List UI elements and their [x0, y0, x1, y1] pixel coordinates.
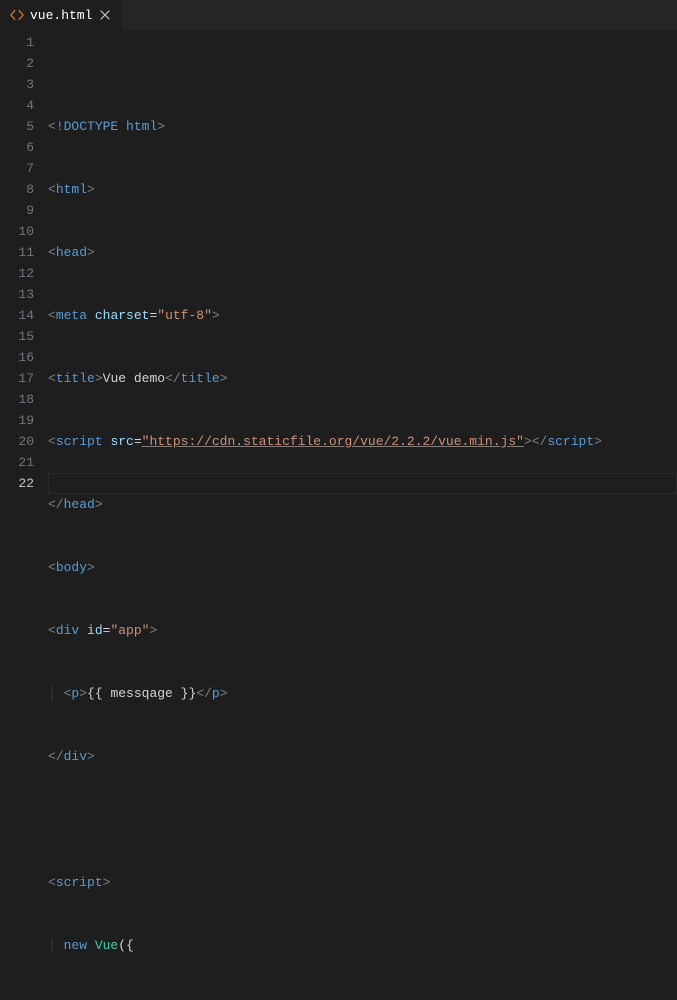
code-line: <head> — [48, 242, 677, 263]
code-line: <!DOCTYPE html> — [48, 116, 677, 137]
active-line-highlight — [48, 473, 677, 494]
line-number-gutter: 12345678910111213141516171819202122 — [0, 32, 48, 500]
line-number: 22 — [0, 473, 34, 494]
line-number: 7 — [0, 158, 34, 179]
tab-vue-html[interactable]: vue.html — [0, 0, 123, 30]
line-number: 14 — [0, 305, 34, 326]
code-area[interactable]: <!DOCTYPE html> <html> <head> <meta char… — [48, 32, 677, 500]
code-line: <title>Vue demo</title> — [48, 368, 677, 389]
line-number: 18 — [0, 389, 34, 410]
line-number: 3 — [0, 74, 34, 95]
close-icon[interactable] — [98, 8, 112, 22]
code-line: │ new Vue({ — [48, 935, 677, 956]
code-line: </div> — [48, 746, 677, 767]
code-line: <html> — [48, 179, 677, 200]
line-number: 12 — [0, 263, 34, 284]
code-editor[interactable]: 12345678910111213141516171819202122 <!DO… — [0, 30, 677, 500]
line-number: 9 — [0, 200, 34, 221]
code-line: </head> — [48, 494, 677, 515]
code-line: <meta charset="utf-8"> — [48, 305, 677, 326]
line-number: 17 — [0, 368, 34, 389]
tab-filename: vue.html — [30, 8, 92, 23]
line-number: 10 — [0, 221, 34, 242]
line-number: 1 — [0, 32, 34, 53]
code-line: <script> — [48, 872, 677, 893]
line-number: 19 — [0, 410, 34, 431]
code-line: <div id="app"> — [48, 620, 677, 641]
line-number: 5 — [0, 116, 34, 137]
code-line: │ │ el: '#app', — [48, 998, 677, 1000]
line-number: 16 — [0, 347, 34, 368]
code-line — [48, 809, 677, 830]
line-number: 11 — [0, 242, 34, 263]
line-number: 6 — [0, 137, 34, 158]
code-line: │ <p>{{ messqage }}</p> — [48, 683, 677, 704]
code-tag-icon — [10, 8, 24, 22]
code-line: <script src="https://cdn.staticfile.org/… — [48, 431, 677, 452]
line-number: 20 — [0, 431, 34, 452]
line-number: 8 — [0, 179, 34, 200]
line-number: 21 — [0, 452, 34, 473]
line-number: 13 — [0, 284, 34, 305]
tab-bar: vue.html — [0, 0, 677, 30]
line-number: 4 — [0, 95, 34, 116]
code-line: <body> — [48, 557, 677, 578]
line-number: 2 — [0, 53, 34, 74]
line-number: 15 — [0, 326, 34, 347]
